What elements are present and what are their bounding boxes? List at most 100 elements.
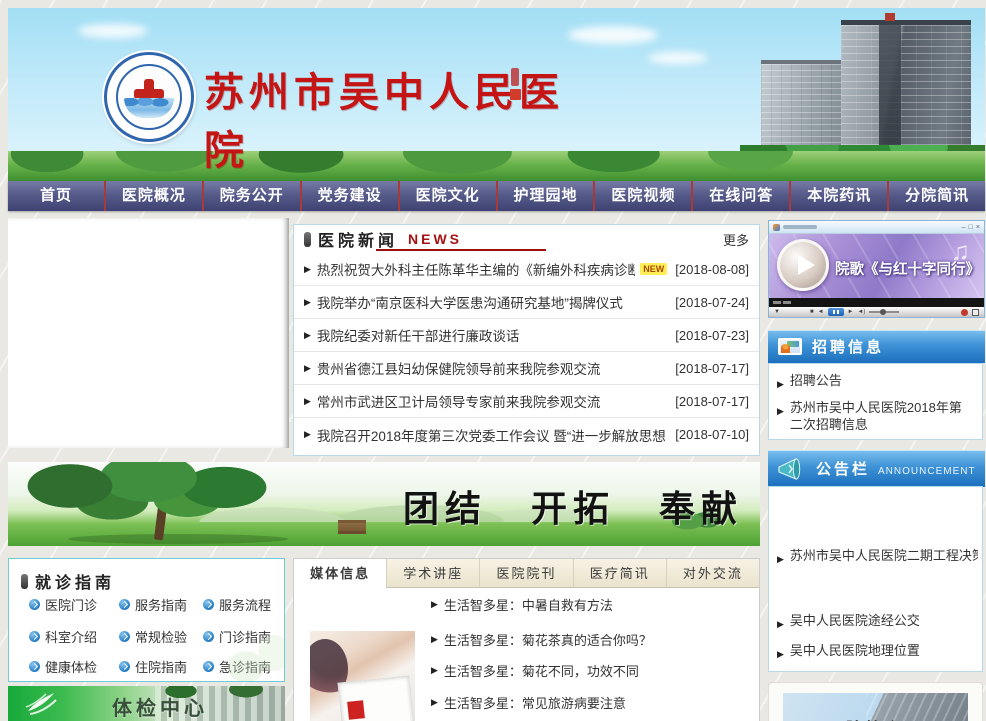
- hospital-intro-card[interactable]: 医院简介: [768, 682, 983, 721]
- volume-slider[interactable]: [869, 311, 899, 313]
- main-nav: 首页 医院概况 院务公开 党务建设 医院文化 护理园地 医院视频 在线问答 本院…: [8, 181, 985, 211]
- player-screen[interactable]: ♫ ♪ 院歌《与红十字同行》: [769, 234, 984, 298]
- recruit-item[interactable]: ▶ 苏州市吴中人民医院2018年第二次招聘信息: [777, 399, 974, 433]
- cloud-decor: [648, 52, 708, 64]
- video-title: 院歌《与红十字同行》: [835, 258, 980, 279]
- checkup-banner[interactable]: 体检中心: [8, 686, 285, 721]
- media-photo[interactable]: [310, 631, 415, 721]
- nav-item-hospital-culture[interactable]: 医院文化: [400, 181, 498, 211]
- play-button[interactable]: [777, 239, 829, 291]
- nav-item-party-building[interactable]: 党务建设: [302, 181, 400, 211]
- player-status-bar: [769, 298, 984, 307]
- tab-exchange[interactable]: 对外交流: [666, 559, 759, 588]
- section-bullet-icon: [304, 232, 311, 247]
- arrow-bullet-icon: ▶: [431, 665, 438, 676]
- guide-link-routine-tests[interactable]: 常规检验: [119, 627, 187, 646]
- previous-icon[interactable]: ◄: [818, 307, 824, 317]
- arrow-bullet-icon: ▶: [777, 551, 784, 568]
- arrow-bullet-icon: ▶: [777, 646, 784, 663]
- media-item[interactable]: ▶ 生活智多星：菊花不同，功效不同: [431, 661, 639, 680]
- cloud-decor: [78, 24, 148, 38]
- news-item[interactable]: ▶ 我院举办“南京医科大学医患沟通研究基地”揭牌仪式 [2018-07-24]: [294, 286, 759, 319]
- guide-link-service-guide[interactable]: 服务指南: [119, 595, 187, 614]
- player-title-text-decor: [783, 225, 817, 229]
- maximize-icon[interactable]: □: [969, 224, 973, 231]
- guide-link-inpatient-guide[interactable]: 住院指南: [119, 657, 187, 676]
- guide-link-outpatient-guide[interactable]: 门诊指南: [203, 627, 271, 646]
- intro-building-image: 医院简介: [783, 693, 968, 721]
- news-title: 医院新闻: [318, 227, 398, 251]
- media-item[interactable]: ▶ 生活智多星：常见旅游病要注意: [431, 693, 626, 712]
- arrow-bullet-icon: ▶: [431, 697, 438, 708]
- announcement-item[interactable]: ▶ 吴中人民医院地理位置: [777, 642, 978, 663]
- stop-icon[interactable]: ■: [810, 307, 814, 317]
- news-item[interactable]: ▶ 热烈祝贺大外科主任陈革华主编的《新编外科疾病诊断与治 NEW [2018-0…: [294, 253, 759, 286]
- record-icon[interactable]: [961, 309, 968, 316]
- nav-item-nursing-garden[interactable]: 护理园地: [498, 181, 596, 211]
- nav-item-branch-news[interactable]: 分院简讯: [889, 181, 985, 211]
- nav-item-pharmacy-news[interactable]: 本院药讯: [791, 181, 889, 211]
- volume-icon[interactable]: ◄): [857, 307, 865, 317]
- announcement-item[interactable]: ▶ 苏州市吴中人民医院二期工程决策事: [777, 547, 978, 568]
- media-item[interactable]: ▶ 生活智多星：菊花茶真的适合你吗？: [431, 630, 652, 649]
- guide-link-service-process[interactable]: 服务流程: [203, 595, 271, 614]
- pause-button[interactable]: [828, 308, 844, 316]
- close-icon[interactable]: ×: [976, 224, 980, 231]
- arrow-bullet-icon: ▶: [777, 403, 784, 420]
- announcement-list: ▶ 苏州市吴中人民医院二期工程决策事 ▶ 吴中人民医院途经公交 ▶ 吴中人民医院…: [768, 486, 983, 672]
- news-item[interactable]: ▶ 我院纪委对新任干部进行廉政谈话 [2018-07-23]: [294, 319, 759, 352]
- guide-title: 就诊指南: [35, 569, 115, 593]
- circle-arrow-icon: [203, 661, 214, 672]
- nav-item-home[interactable]: 首页: [8, 181, 106, 211]
- new-badge: NEW: [640, 263, 667, 275]
- photo-red-label-decor: [347, 700, 365, 720]
- arrow-bullet-icon: ▶: [431, 599, 438, 610]
- red-underline-decor: [376, 249, 546, 251]
- recruit-item[interactable]: ▶ 招聘公告: [777, 372, 974, 393]
- checkup-logo-icon: [22, 689, 62, 719]
- circle-arrow-icon: [119, 631, 130, 642]
- nav-item-online-qa[interactable]: 在线问答: [693, 181, 791, 211]
- guide-link-health-checkup[interactable]: 健康体检: [29, 657, 97, 676]
- gallery-person-icon: [778, 338, 802, 355]
- tree-decor: [14, 462, 294, 528]
- tab-journal[interactable]: 医院院刊: [479, 559, 572, 588]
- minimize-icon[interactable]: –: [962, 224, 966, 231]
- announcement-item[interactable]: ▶ 吴中人民医院途经公交: [777, 612, 978, 633]
- nav-item-affairs-public[interactable]: 院务公开: [204, 181, 302, 211]
- section-bullet-icon: [21, 574, 28, 589]
- playlist-dropdown-icon[interactable]: ▼: [774, 307, 780, 317]
- guide-panel: 就诊指南 医院门诊 服务指南 服务流程 科室介绍 常规检验 门诊指南 健康体检 …: [8, 558, 285, 682]
- news-more-link[interactable]: 更多: [723, 230, 749, 249]
- recruit-header: 招聘信息: [768, 330, 985, 363]
- news-subtitle: NEWS: [408, 231, 462, 247]
- news-item[interactable]: ▶ 常州市武进区卫计局领导专家前来我院参观交流 [2018-07-17]: [294, 385, 759, 418]
- settings-toggle-icon[interactable]: [972, 309, 979, 316]
- media-item[interactable]: ▶ 生活智多星：中暑自救有方法: [431, 595, 613, 614]
- nav-item-hospital-overview[interactable]: 医院概况: [106, 181, 204, 211]
- site-header: 苏州市吴中人民医院 SUZHOU WUZHONG PEOPLE'S HOSPIT…: [8, 8, 985, 181]
- next-icon[interactable]: ►: [848, 307, 854, 317]
- circle-arrow-icon: [29, 631, 40, 642]
- slogan-text: 团结 开拓 奉献: [403, 480, 743, 532]
- intro-title: 医院简介: [827, 715, 903, 721]
- checkup-title: 体检中心: [112, 692, 208, 721]
- tab-lectures[interactable]: 学术讲座: [386, 559, 479, 588]
- media-panel: 媒体信息 学术讲座 医院院刊 医疗简讯 对外交流 ▶ 生活智多星：中暑自救有方法…: [293, 558, 760, 721]
- tree-shadow-decor: [68, 534, 288, 544]
- waves-icon: [124, 98, 174, 118]
- guide-link-outpatient[interactable]: 医院门诊: [29, 595, 97, 614]
- tab-medical-briefs[interactable]: 医疗简讯: [573, 559, 666, 588]
- circle-arrow-icon: [203, 599, 214, 610]
- news-item[interactable]: ▶ 贵州省德江县妇幼保健院领导前来我院参观交流 [2018-07-17]: [294, 352, 759, 385]
- news-item[interactable]: ▶ 我院召开2018年度第三次党委工作会议 暨“进一步解放思想 [2018-07…: [294, 418, 759, 451]
- player-logo-icon: [773, 224, 780, 231]
- media-tabs: 媒体信息 学术讲座 医院院刊 医疗简讯 对外交流: [294, 559, 759, 588]
- guide-link-departments[interactable]: 科室介绍: [29, 627, 97, 646]
- nav-item-hospital-video[interactable]: 医院视频: [595, 181, 693, 211]
- board-subtitle: ANNOUNCEMENT: [878, 466, 976, 477]
- arrow-bullet-icon: ▶: [431, 634, 438, 645]
- guide-link-emergency-guide[interactable]: 急诊指南: [203, 657, 271, 676]
- tab-media-info[interactable]: 媒体信息: [294, 559, 386, 588]
- player-controls: ▼ ■ ◄ ► ◄): [769, 307, 984, 317]
